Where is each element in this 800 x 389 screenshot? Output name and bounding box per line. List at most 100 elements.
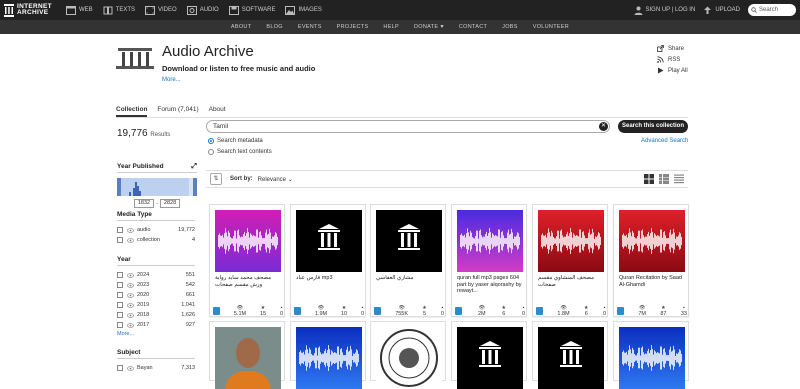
facet-row[interactable]: 2017 927 — [117, 320, 195, 330]
item-thumbnail[interactable] — [376, 210, 442, 272]
item-thumbnail[interactable] — [376, 327, 442, 389]
clear-search-button[interactable]: ✕ — [599, 122, 608, 131]
upload-link[interactable]: UPLOAD — [703, 6, 740, 15]
item-thumbnail[interactable] — [457, 210, 523, 272]
item-title[interactable]: مصحف محمد سايد رواية ورش مقسم صفحات — [215, 275, 281, 305]
item-title[interactable]: مصحف المنشاوي مقسم صفحات — [538, 275, 604, 305]
result-tile[interactable] — [532, 321, 608, 389]
subnav-contact[interactable]: CONTACT — [459, 24, 487, 30]
year-to-input[interactable]: 2828 — [159, 199, 181, 208]
rss-link[interactable]: RSS — [657, 56, 688, 63]
signup-login-link[interactable]: SIGN UP | LOG IN — [634, 6, 695, 15]
nav-software[interactable]: SOFTWARE — [228, 5, 275, 15]
share-link[interactable]: Share — [657, 45, 688, 52]
search-collection-button[interactable]: Search this collection — [618, 120, 688, 133]
item-thumbnail[interactable] — [538, 210, 604, 272]
range-handle-left[interactable] — [117, 178, 121, 196]
item-thumbnail[interactable] — [296, 210, 362, 272]
eye-icon[interactable] — [127, 227, 134, 233]
checkbox[interactable] — [117, 282, 123, 288]
item-title[interactable]: Quran Recitation by Saad Al-Ghamdi — [619, 275, 685, 305]
subnav-help[interactable]: HELP — [383, 24, 399, 30]
result-tile[interactable]: Quran Recitation by Saad Al-Ghamdi 👁 7M ★… — [613, 204, 689, 317]
result-tile[interactable] — [370, 321, 446, 389]
facet-row[interactable]: collection 4 — [117, 235, 195, 245]
play-all-link[interactable]: Play All — [657, 67, 688, 74]
collection-more-link[interactable]: More... — [162, 77, 181, 83]
checkbox[interactable] — [117, 237, 123, 243]
checkbox[interactable] — [117, 312, 123, 318]
facet-row[interactable]: 2023 542 — [117, 280, 195, 290]
item-thumbnail[interactable] — [538, 327, 604, 389]
internet-archive-logo[interactable]: INTERNET ARCHIVE — [4, 2, 54, 18]
item-title[interactable]: فارس عباد mp3 — [296, 275, 362, 305]
eye-icon[interactable] — [127, 365, 134, 371]
eye-icon[interactable] — [127, 237, 134, 243]
search-metadata-option[interactable]: Search metadata — [208, 138, 263, 144]
checkbox[interactable] — [117, 292, 123, 298]
subnav-volunteer[interactable]: VOLUNTEER — [533, 24, 569, 30]
result-tile[interactable]: مصحف المنشاوي مقسم صفحات 👁 1.8M ★ 6 ▪ 0 — [532, 204, 608, 317]
subnav-events[interactable]: EVENTS — [298, 24, 322, 30]
item-thumbnail[interactable] — [215, 327, 281, 389]
tile-view-icon[interactable] — [644, 174, 654, 184]
sort-direction-button[interactable]: ⇅ — [210, 173, 222, 185]
result-tile[interactable]: مشاري العفاسي 👁 755K ★ 5 ▪ 0 — [370, 204, 446, 317]
subnav-about[interactable]: ABOUT — [231, 24, 251, 30]
expand-icon[interactable]: ⤢ — [191, 163, 197, 171]
eye-icon[interactable] — [127, 282, 134, 288]
eye-icon[interactable] — [127, 272, 134, 278]
year-histogram[interactable] — [117, 178, 197, 196]
result-tile[interactable] — [209, 321, 285, 389]
item-thumbnail[interactable] — [215, 210, 281, 272]
item-title[interactable]: مشاري العفاسي — [376, 275, 442, 305]
result-tile[interactable] — [613, 321, 689, 389]
checkbox[interactable] — [117, 302, 123, 308]
eye-icon[interactable] — [127, 312, 134, 318]
checkbox[interactable] — [117, 322, 123, 328]
facet-row[interactable]: 2019 1,041 — [117, 300, 195, 310]
checkbox[interactable] — [117, 365, 123, 371]
search-text-option[interactable]: Search text contents — [208, 149, 272, 155]
subnav-projects[interactable]: PROJECTS — [337, 24, 369, 30]
range-handle-right[interactable] — [193, 178, 197, 196]
tab-forum[interactable]: Forum (7,041) — [157, 106, 198, 117]
nav-images[interactable]: IMAGES — [285, 5, 322, 15]
result-tile[interactable] — [290, 321, 366, 389]
result-tile[interactable]: quran full mp3 pages 604 part by yaser a… — [451, 204, 527, 317]
eye-icon[interactable] — [127, 302, 134, 308]
result-tile[interactable]: فارس عباد mp3 👁 1.9M ★ 10 ▪ 0 — [290, 204, 366, 317]
checkbox[interactable] — [117, 227, 123, 233]
advanced-search-link[interactable]: Advanced Search — [641, 138, 688, 144]
checkbox[interactable] — [117, 272, 123, 278]
eye-icon[interactable] — [127, 322, 134, 328]
facet-row[interactable]: audio 19,772 — [117, 225, 195, 235]
sort-dropdown[interactable]: Relevance ⌄ — [258, 176, 293, 183]
result-tile[interactable]: مصحف محمد سايد رواية ورش مقسم صفحات 👁 5.1… — [209, 204, 285, 317]
item-title[interactable]: quran full mp3 pages 604 part by yaser a… — [457, 275, 523, 305]
tab-collection[interactable]: Collection — [116, 106, 148, 117]
nav-texts[interactable]: TEXTS — [103, 6, 135, 15]
nav-audio[interactable]: AUDIO — [186, 5, 219, 15]
list-detail-view-icon[interactable] — [659, 174, 669, 184]
subnav-donate[interactable]: DONATE ♥ — [414, 24, 444, 30]
facet-row[interactable]: Bayan 7,313 — [117, 363, 195, 373]
collection-search-input[interactable]: Tamil — [206, 120, 610, 133]
facet-row[interactable]: 2020 661 — [117, 290, 195, 300]
facet-row[interactable]: 2018 1,626 — [117, 310, 195, 320]
tab-about[interactable]: About — [209, 106, 226, 117]
subnav-jobs[interactable]: JOBS — [502, 24, 518, 30]
top-search-input[interactable]: Search — [748, 4, 796, 16]
facet-row[interactable]: 2024 551 — [117, 270, 195, 280]
item-thumbnail[interactable] — [619, 210, 685, 272]
result-tile[interactable] — [451, 321, 527, 389]
compact-list-view-icon[interactable] — [674, 174, 684, 184]
item-thumbnail[interactable] — [619, 327, 685, 389]
nav-web[interactable]: WEB — [66, 5, 93, 15]
eye-icon[interactable] — [127, 292, 134, 298]
item-thumbnail[interactable] — [457, 327, 523, 389]
nav-video[interactable]: VIDEO — [145, 5, 177, 15]
year-from-input[interactable]: 1832 — [133, 199, 155, 208]
year-more-link[interactable]: More... — [117, 331, 195, 337]
subnav-blog[interactable]: BLOG — [266, 24, 282, 30]
